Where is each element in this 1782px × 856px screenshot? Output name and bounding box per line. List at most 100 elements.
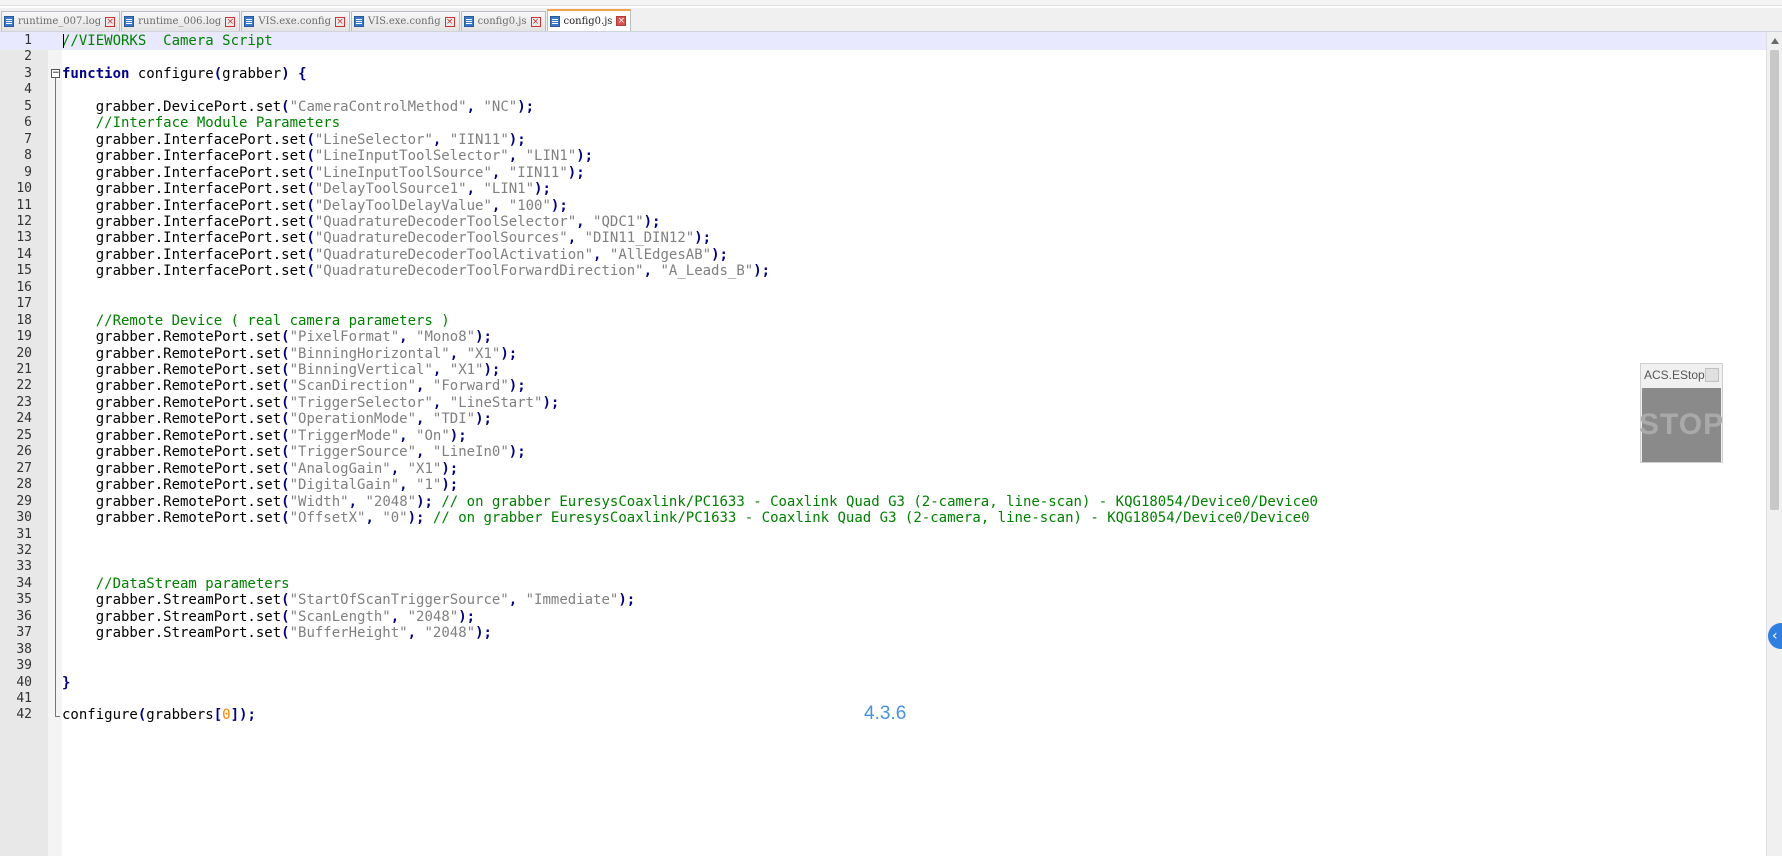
line-number: 33 xyxy=(16,559,32,575)
code-token: "AllEdgesAB" xyxy=(609,246,712,263)
code-line[interactable]: 17 xyxy=(0,295,1766,313)
code-token: "2048" xyxy=(407,608,459,625)
code-line[interactable]: 18 //Remote Device ( real camera paramet… xyxy=(0,312,1766,330)
code-token: , xyxy=(643,263,653,280)
code-line[interactable]: 24 grabber.RemotePort.set("OperationMode… xyxy=(0,410,1766,428)
close-icon[interactable]: × xyxy=(225,16,236,27)
tab-5[interactable]: config0.js × xyxy=(546,9,632,31)
line-number: 28 xyxy=(16,477,32,493)
code-editor[interactable]: 1 //VIEWORKS Camera Script 2 3 function conf… xyxy=(0,32,1766,856)
scroll-up-arrow-icon[interactable] xyxy=(1771,38,1779,44)
code-token: ( xyxy=(281,411,290,428)
code-token: ( xyxy=(306,181,315,198)
code-text: grabber.InterfacePort.set("QuadratureDec… xyxy=(62,262,770,280)
code-text: grabber.RemotePort.set("ScanDirection", … xyxy=(62,377,526,395)
tab-3[interactable]: VIS.exe.config × xyxy=(350,11,460,31)
code-line[interactable]: 40} xyxy=(0,674,1766,692)
code-token: "Forward" xyxy=(432,378,509,395)
code-line[interactable]: 5 grabber.DevicePort.set("CameraControlM… xyxy=(0,98,1766,116)
stop-button[interactable]: STOP xyxy=(1639,388,1723,462)
code-line[interactable]: 34 //DataStream parameters xyxy=(0,575,1766,593)
code-line[interactable]: 3 function configure(grabber) {− xyxy=(0,65,1766,83)
code-line[interactable]: 37 grabber.StreamPort.set("BufferHeight"… xyxy=(0,624,1766,642)
line-number: 12 xyxy=(16,213,32,229)
code-line[interactable]: 32 xyxy=(0,542,1766,560)
code-line[interactable]: 7 grabber.InterfacePort.set("LineSelecto… xyxy=(0,131,1766,149)
code-line[interactable]: 8 grabber.InterfacePort.set("LineInputTo… xyxy=(0,147,1766,165)
code-token: grabber.DevicePort.set xyxy=(62,98,282,115)
code-line[interactable]: 10 grabber.InterfacePort.set("DelayToolS… xyxy=(0,180,1766,198)
code-line[interactable]: 20 grabber.RemotePort.set("BinningHorizo… xyxy=(0,345,1766,363)
estop-close-icon[interactable] xyxy=(1705,368,1719,382)
scrollbar-thumb[interactable] xyxy=(1770,50,1779,510)
code-line[interactable]: 13 grabber.InterfacePort.set("Quadrature… xyxy=(0,229,1766,247)
code-token: "TriggerSelector" xyxy=(289,394,433,411)
code-line[interactable]: 16 xyxy=(0,279,1766,297)
code-token: , xyxy=(449,345,459,362)
tab-2[interactable]: VIS.exe.config × xyxy=(241,11,350,31)
code-token: "A_Leads_B" xyxy=(660,263,754,280)
close-icon[interactable]: × xyxy=(616,16,627,26)
code-token: ); xyxy=(483,362,501,378)
code-line[interactable]: 27 grabber.RemotePort.set("AnalogGain", … xyxy=(0,460,1766,478)
code-token: "IIN11" xyxy=(508,164,568,181)
code-line[interactable]: 29 grabber.RemotePort.set("Width", "2048… xyxy=(0,493,1766,511)
code-text: grabber.StreamPort.set("StartOfScanTrigg… xyxy=(62,591,636,609)
code-line[interactable]: 22 grabber.RemotePort.set("ScanDirection… xyxy=(0,377,1766,395)
code-token: // on grabber EuresysCoaxlink/PC1633 - C… xyxy=(441,493,1318,510)
code-line[interactable]: 14 grabber.InterfacePort.set("Quadrature… xyxy=(0,246,1766,264)
code-line[interactable]: 35 grabber.StreamPort.set("StartOfScanTr… xyxy=(0,591,1766,609)
code-token: ( xyxy=(281,427,290,444)
code-token: ( xyxy=(306,197,315,214)
code-text: //VIEWORKS Camera Script xyxy=(62,32,273,50)
code-line[interactable]: 39 xyxy=(0,657,1766,675)
code-token: grabber.RemotePort.set xyxy=(62,411,282,428)
vertical-scrollbar[interactable] xyxy=(1766,32,1782,856)
close-icon[interactable]: × xyxy=(530,16,541,27)
code-token: "BufferHeight" xyxy=(289,625,408,642)
code-line[interactable]: 33 xyxy=(0,558,1766,576)
code-line[interactable]: 12 grabber.InterfacePort.set("Quadrature… xyxy=(0,213,1766,231)
code-text: grabber.StreamPort.set("BufferHeight", "… xyxy=(62,624,492,642)
code-line[interactable]: 31 xyxy=(0,526,1766,544)
code-line[interactable]: 21 grabber.RemotePort.set("BinningVertic… xyxy=(0,361,1766,379)
code-line[interactable]: 38 xyxy=(0,641,1766,659)
code-line[interactable]: 9 grabber.InterfacePort.set("LineInputTo… xyxy=(0,164,1766,182)
code-line[interactable]: 23 grabber.RemotePort.set("TriggerSelect… xyxy=(0,394,1766,412)
close-icon[interactable]: × xyxy=(334,16,345,27)
app-menu-strip xyxy=(0,0,1782,6)
code-line[interactable]: 26 grabber.RemotePort.set("TriggerSource… xyxy=(0,443,1766,461)
code-line[interactable]: 4 xyxy=(0,81,1766,99)
code-line[interactable]: 6 //Interface Module Parameters xyxy=(0,114,1766,132)
tab-0[interactable]: runtime_007.log × xyxy=(1,11,121,31)
code-line[interactable]: 11 grabber.InterfacePort.set("DelayToolD… xyxy=(0,197,1766,215)
code-line[interactable]: 28 grabber.RemotePort.set("DigitalGain",… xyxy=(0,476,1766,494)
close-icon[interactable]: × xyxy=(444,16,455,27)
fold-collapse-icon[interactable]: − xyxy=(51,68,60,78)
code-line[interactable]: 15 grabber.InterfacePort.set("Quadrature… xyxy=(0,262,1766,280)
code-line[interactable]: 19 grabber.RemotePort.set("PixelFormat",… xyxy=(0,328,1766,346)
tab-1[interactable]: runtime_006.log × xyxy=(121,11,241,31)
code-token: , xyxy=(390,608,400,625)
code-line[interactable]: 36 grabber.StreamPort.set("ScanLength", … xyxy=(0,608,1766,626)
code-token: ); xyxy=(416,493,433,510)
code-token: "LineSelector" xyxy=(314,131,433,148)
close-icon[interactable]: × xyxy=(105,16,116,27)
code-line[interactable]: 30 grabber.RemotePort.set("OffsetX", "0"… xyxy=(0,509,1766,527)
line-number: 1 xyxy=(24,33,32,48)
tab-4[interactable]: config0.js × xyxy=(460,11,546,31)
code-text: grabber.StreamPort.set("ScanLength", "20… xyxy=(62,608,475,626)
code-token: "LIN1" xyxy=(525,148,577,165)
line-number: 4 xyxy=(24,82,32,98)
code-line[interactable]: 1 //VIEWORKS Camera Script xyxy=(0,32,1766,50)
code-line[interactable]: 25 grabber.RemotePort.set("TriggerMode",… xyxy=(0,427,1766,445)
code-line[interactable]: 2 xyxy=(0,48,1766,66)
code-token: ( xyxy=(281,378,290,395)
line-number: 7 xyxy=(24,131,32,147)
code-token: grabber.InterfacePort.set xyxy=(62,230,307,247)
code-text: grabber.InterfacePort.set("QuadratureDec… xyxy=(62,213,661,231)
code-token: "QuadratureDecoderToolSelector" xyxy=(314,213,577,230)
